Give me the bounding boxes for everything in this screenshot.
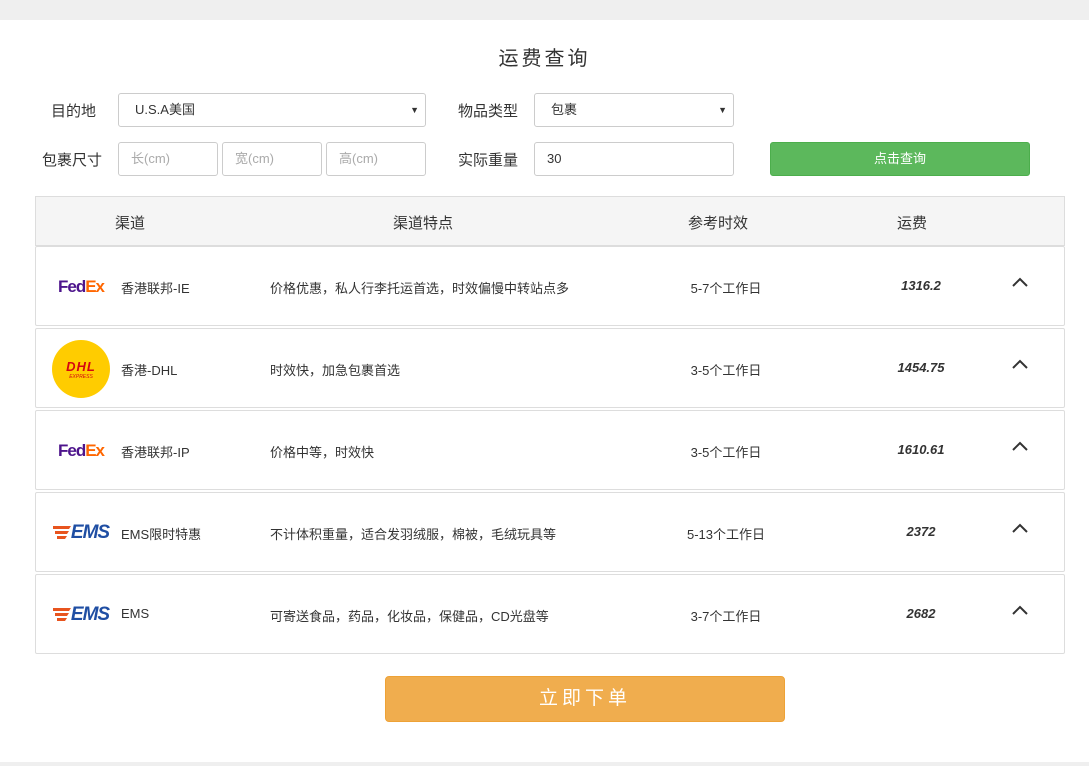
weight-input[interactable]: 30 (534, 142, 734, 176)
shipping-price: 2682 (906, 606, 936, 621)
channel-feature: 价格优惠，私人行李托运首选，时效偏慢中转站点多 (270, 281, 570, 296)
height-input[interactable]: 高(cm) (326, 142, 426, 176)
chevron-up-icon[interactable] (1010, 273, 1030, 293)
item-type-value: 包裹 (551, 102, 578, 117)
channel-name: 香港-DHL (121, 363, 178, 378)
shipping-price: 1610.61 (897, 442, 945, 457)
header-features: 渠道特点 (393, 215, 454, 232)
place-order-button[interactable]: 立即下单 (385, 676, 785, 722)
chevron-up-icon[interactable] (1010, 437, 1030, 457)
header-channel: 渠道 (115, 215, 146, 232)
channel-name: EMS限时特惠 (121, 527, 202, 542)
shipping-query-panel: 运费查询 目的地 U.S.A美国 ▼ 物品类型 包裹 ▼ 包裹尺寸 长(cm) … (0, 20, 1089, 762)
table-row[interactable]: DHL EXPRESS 香港-DHL 时效快，加急包裹首选 3-5个工作日 145… (35, 328, 1065, 408)
chevron-up-icon[interactable] (1010, 355, 1030, 375)
width-input[interactable]: 宽(cm) (222, 142, 322, 176)
page-title: 运费查询 (498, 48, 591, 70)
chevron-up-icon[interactable] (1010, 519, 1030, 539)
query-button[interactable]: 点击查询 (770, 142, 1030, 176)
fedex-logo: FedEx (57, 441, 105, 460)
channel-name: EMS (121, 606, 150, 621)
shipping-price: 1316.2 (901, 278, 941, 293)
dropdown-arrow-icon: ▼ (718, 105, 727, 115)
delivery-time: 3-7个工作日 (690, 609, 762, 624)
channel-feature: 时效快，加急包裹首选 (270, 363, 401, 378)
channel-name: 香港联邦-IE (121, 281, 190, 296)
delivery-time: 3-5个工作日 (690, 445, 762, 460)
delivery-time: 5-7个工作日 (690, 281, 762, 296)
ems-logo: EMS (50, 585, 112, 645)
weight-label: 实际重量 (458, 152, 519, 169)
destination-label: 目的地 (51, 103, 97, 120)
table-row[interactable]: FedEx 香港联邦-IE 价格优惠，私人行李托运首选，时效偏慢中转站点多 5-… (35, 246, 1065, 326)
shipping-price: 2372 (906, 524, 936, 539)
item-type-label: 物品类型 (458, 103, 519, 120)
delivery-time: 3-5个工作日 (690, 363, 762, 378)
channel-name: 香港联邦-IP (121, 445, 190, 460)
shipping-price: 1454.75 (897, 360, 945, 375)
header-price: 运费 (897, 215, 928, 232)
channel-feature: 可寄送食品，药品，化妆品，保健品，CD光盘等 (270, 609, 549, 624)
delivery-time: 5-13个工作日 (686, 527, 766, 542)
fedex-logo: FedEx (57, 277, 105, 296)
ems-logo: EMS (50, 503, 112, 563)
header-time: 参考时效 (688, 215, 749, 232)
size-label: 包裹尺寸 (42, 152, 103, 169)
table-row[interactable]: FedEx 香港联邦-IP 价格中等，时效快 3-5个工作日 1610.61 (35, 410, 1065, 490)
item-type-select[interactable]: 包裹 ▼ (534, 93, 734, 127)
table-row[interactable]: EMS EMS 可寄送食品，药品，化妆品，保健品，CD光盘等 3-7个工作日 2… (35, 574, 1065, 654)
length-input[interactable]: 长(cm) (118, 142, 218, 176)
dropdown-arrow-icon: ▼ (410, 105, 419, 115)
chevron-up-icon[interactable] (1010, 601, 1030, 621)
channel-feature: 不计体积重量，适合发羽绒服，棉被，毛绒玩具等 (270, 527, 557, 542)
table-row[interactable]: EMS EMS限时特惠 不计体积重量，适合发羽绒服，棉被，毛绒玩具等 5-13个… (35, 492, 1065, 572)
table-header: 渠道 渠道特点 参考时效 运费 (35, 196, 1065, 246)
destination-select[interactable]: U.S.A美国 ▼ (118, 93, 426, 127)
dhl-logo: DHL EXPRESS (50, 339, 112, 399)
channel-feature: 价格中等，时效快 (270, 445, 375, 460)
destination-value: U.S.A美国 (135, 102, 195, 117)
